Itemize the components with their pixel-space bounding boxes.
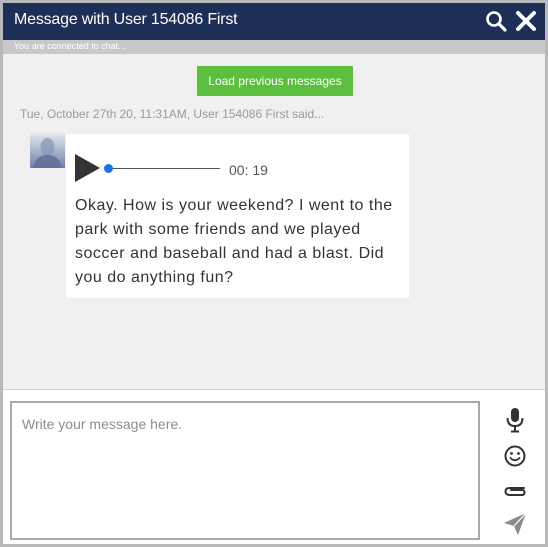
play-icon[interactable] xyxy=(75,154,101,182)
load-previous-messages-button[interactable]: Load previous messages xyxy=(197,66,353,96)
message-text: Okay. How is your weekend? I went to the… xyxy=(75,197,393,286)
composer-area xyxy=(3,390,545,544)
audio-progress-handle[interactable] xyxy=(104,164,113,173)
message-bubble: 00: 19 Okay. How is your weekend? I went… xyxy=(66,134,409,298)
chat-title: Message with User 154086 First xyxy=(14,11,238,28)
audio-duration: 00: 19 xyxy=(229,162,268,178)
message-meta: Tue, October 27th 20, 11:31AM, User 1540… xyxy=(20,107,325,121)
microphone-icon[interactable] xyxy=(502,407,528,433)
paperclip-icon[interactable] xyxy=(502,478,528,504)
search-icon[interactable] xyxy=(485,10,507,32)
connection-status-bar: You are connected to chat... xyxy=(3,40,545,54)
close-icon[interactable] xyxy=(515,10,537,32)
audio-progress-track[interactable] xyxy=(108,168,220,169)
avatar xyxy=(30,133,65,168)
emoji-icon[interactable] xyxy=(502,443,528,469)
send-icon[interactable] xyxy=(502,511,528,537)
chat-window: Message with User 154086 First You are c… xyxy=(0,0,548,547)
connection-status: You are connected to chat... xyxy=(14,41,126,51)
message-input[interactable] xyxy=(10,401,480,540)
title-bar: Message with User 154086 First xyxy=(3,3,545,40)
